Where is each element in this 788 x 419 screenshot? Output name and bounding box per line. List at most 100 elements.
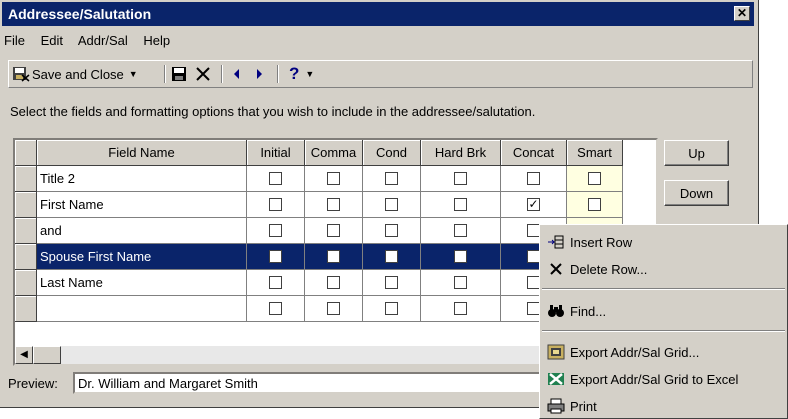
menu-item-print[interactable]: Print <box>546 395 597 417</box>
checkbox-cell <box>567 192 623 218</box>
save-close-icon <box>13 67 30 82</box>
checkbox[interactable] <box>269 172 282 185</box>
menu-item-export-excel[interactable]: Export Addr/Sal Grid to Excel <box>546 368 738 390</box>
table-row[interactable]: and <box>15 218 623 244</box>
row-selector[interactable] <box>15 244 37 270</box>
checkbox[interactable] <box>454 250 467 263</box>
menu-help[interactable]: Help <box>143 33 170 48</box>
checkbox[interactable] <box>454 198 467 211</box>
checkbox-cell <box>363 166 421 192</box>
menu-edit[interactable]: Edit <box>41 33 63 48</box>
checkbox[interactable] <box>269 224 282 237</box>
delete-button[interactable] <box>195 64 211 84</box>
checkbox[interactable] <box>327 250 340 263</box>
column-header[interactable]: Concat <box>501 140 567 166</box>
table-row[interactable]: Title 2 <box>15 166 623 192</box>
down-button-label: Down <box>679 185 714 201</box>
checkbox[interactable] <box>385 250 398 263</box>
checkbox[interactable] <box>327 276 340 289</box>
column-header[interactable]: Cond <box>363 140 421 166</box>
excel-icon <box>546 370 566 388</box>
export-grid-label: Export Addr/Sal Grid... <box>570 344 700 360</box>
column-header[interactable]: Hard Brk <box>421 140 501 166</box>
column-header[interactable]: Comma <box>305 140 363 166</box>
checkbox-cell <box>421 166 501 192</box>
menu-file[interactable]: File <box>4 33 25 48</box>
print-label: Print <box>570 398 597 414</box>
save-and-close-label: Save and Close <box>32 66 124 82</box>
field-name-cell[interactable] <box>37 296 247 322</box>
scroll-thumb[interactable] <box>33 346 61 364</box>
checkbox[interactable] <box>385 198 398 211</box>
checkbox[interactable] <box>269 276 282 289</box>
checkbox[interactable] <box>327 198 340 211</box>
row-selector[interactable] <box>15 166 37 192</box>
checkbox[interactable] <box>454 224 467 237</box>
row-selector[interactable] <box>15 218 37 244</box>
checkbox[interactable] <box>454 302 467 315</box>
column-header[interactable]: Initial <box>247 140 305 166</box>
row-selector[interactable] <box>15 270 37 296</box>
checkbox-cell <box>567 166 623 192</box>
checkbox[interactable] <box>385 172 398 185</box>
scroll-left-icon[interactable]: ◀ <box>15 346 33 364</box>
checkbox[interactable] <box>327 302 340 315</box>
field-name-cell[interactable]: Last Name <box>37 270 247 296</box>
checkbox[interactable] <box>269 302 282 315</box>
row-selector[interactable] <box>15 192 37 218</box>
menu-item-find[interactable]: Find... <box>546 300 606 322</box>
delete-x-icon <box>546 260 566 278</box>
chevron-down-icon[interactable]: ▼ <box>305 69 314 79</box>
checkbox-cell <box>421 192 501 218</box>
save-and-close-button[interactable]: Save and Close ▼ <box>12 64 138 84</box>
column-header[interactable]: Field Name <box>37 140 247 166</box>
field-name-cell[interactable]: Title 2 <box>37 166 247 192</box>
checkbox[interactable] <box>385 302 398 315</box>
checkbox[interactable] <box>269 198 282 211</box>
previous-button[interactable] <box>231 64 243 84</box>
checkbox-cell <box>421 218 501 244</box>
checkbox-cell <box>363 218 421 244</box>
checkbox-cell <box>305 296 363 322</box>
table-row[interactable]: Last Name <box>15 270 623 296</box>
help-button[interactable]: ? ▼ <box>289 64 314 84</box>
menu-item-insert-row[interactable]: Insert Row <box>546 231 632 253</box>
checkbox[interactable] <box>385 224 398 237</box>
menu-addr-sal[interactable]: Addr/Sal <box>78 33 128 48</box>
delete-x-icon <box>196 67 210 81</box>
checkbox[interactable] <box>327 172 340 185</box>
chevron-down-icon[interactable]: ▼ <box>129 69 138 79</box>
checkbox[interactable] <box>327 224 340 237</box>
down-button[interactable]: Down <box>664 180 729 206</box>
arrow-right-icon <box>257 69 262 79</box>
toolbar-separator <box>221 65 223 83</box>
menu-item-export-grid[interactable]: Export Addr/Sal Grid... <box>546 341 699 363</box>
table-row[interactable] <box>15 296 623 322</box>
checkbox[interactable] <box>385 276 398 289</box>
field-name-cell[interactable]: Spouse First Name <box>37 244 247 270</box>
table-row[interactable]: Spouse First Name <box>15 244 623 270</box>
table-row[interactable]: First Name ✓ <box>15 192 623 218</box>
column-header[interactable]: Smart <box>567 140 623 166</box>
checkbox[interactable] <box>588 198 601 211</box>
checkbox[interactable] <box>454 172 467 185</box>
menu-item-delete-row[interactable]: Delete Row... <box>546 258 647 280</box>
checkbox[interactable] <box>454 276 467 289</box>
save-button[interactable] <box>171 64 187 84</box>
insert-row-icon <box>546 233 566 251</box>
row-selector[interactable] <box>15 296 37 322</box>
up-button-label: Up <box>688 145 705 161</box>
field-name-cell[interactable]: First Name <box>37 192 247 218</box>
checkbox-cell <box>247 218 305 244</box>
delete-row-label: Delete Row... <box>570 261 648 277</box>
field-name-cell[interactable]: and <box>37 218 247 244</box>
up-button[interactable]: Up <box>664 140 729 166</box>
checkbox-checked[interactable]: ✓ <box>527 198 540 211</box>
checkbox[interactable] <box>588 172 601 185</box>
next-button[interactable] <box>253 64 265 84</box>
checkbox-cell <box>305 218 363 244</box>
close-button[interactable]: ✕ <box>734 6 750 21</box>
checkbox[interactable] <box>527 172 540 185</box>
menu-separator <box>542 330 785 332</box>
checkbox[interactable] <box>269 250 282 263</box>
